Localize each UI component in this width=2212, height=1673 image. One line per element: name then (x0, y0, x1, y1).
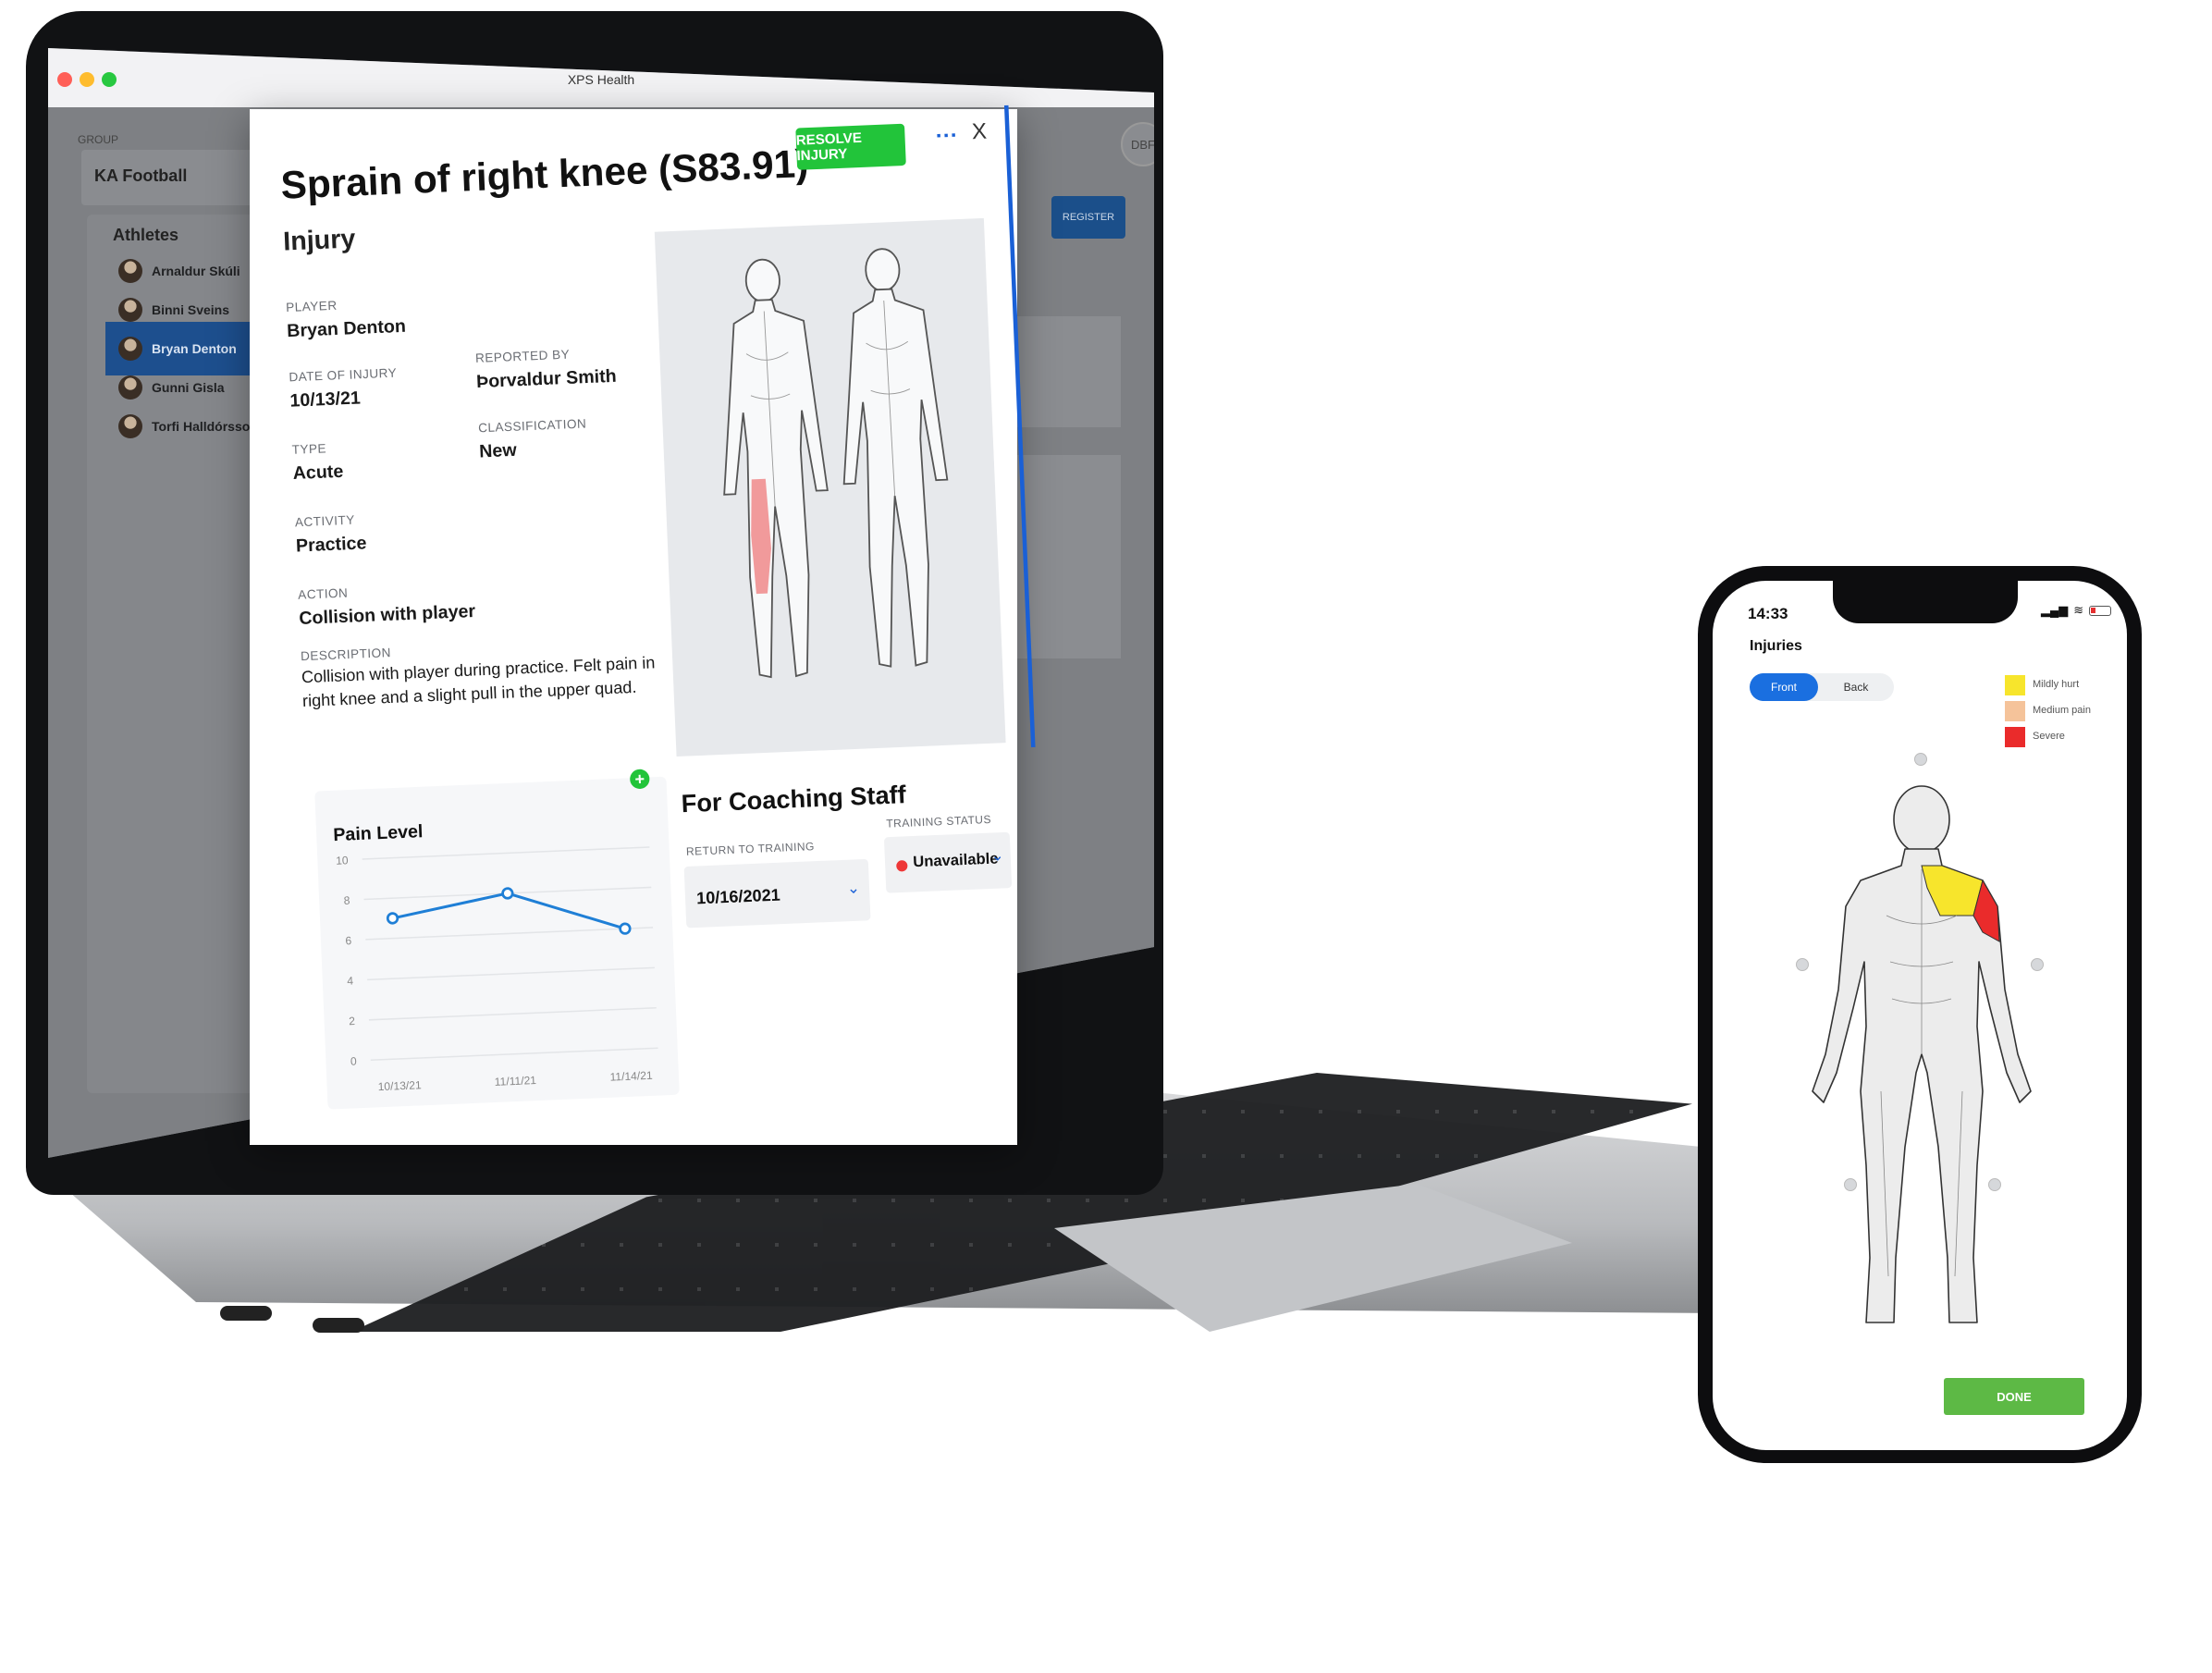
athlete-avatar (118, 298, 142, 322)
body-diagram[interactable] (654, 217, 1006, 757)
type-label: TYPE (291, 441, 327, 457)
y-tick-label: 6 (345, 934, 352, 947)
player-label: PLAYER (285, 298, 338, 315)
maximize-window-button[interactable] (102, 72, 117, 87)
grid-line (368, 1007, 657, 1021)
athlete-name: Binni Sveins (152, 302, 230, 317)
injury-modal: Sprain of right knee (S83.91) Injury RES… (250, 105, 1036, 1145)
data-point (619, 922, 632, 935)
y-tick-label: 0 (350, 1054, 358, 1067)
data-point (386, 912, 399, 925)
athlete-name: Torfi Halldórsson (152, 419, 258, 434)
phone-status-bar: ▂▄▆ ≋ (2041, 603, 2112, 618)
y-tick-label: 4 (347, 975, 354, 988)
x-tick-label: 10/13/21 (377, 1078, 422, 1093)
chevron-down-icon: ⌄ (990, 847, 1004, 866)
body-outline-icon (723, 248, 949, 679)
grid-line (370, 1047, 658, 1062)
description-label: DESCRIPTION (300, 646, 392, 664)
close-modal-icon[interactable]: X (971, 120, 987, 146)
injury-title: Sprain of right knee (S83.91) (279, 141, 810, 207)
athlete-avatar (118, 259, 142, 283)
action-value: Collision with player (298, 599, 476, 629)
injury-subtitle: Injury (282, 225, 356, 258)
legend-label-medium: Medium pain (2033, 705, 2091, 716)
athlete-name: Bryan Denton (152, 341, 237, 356)
y-tick-label: 8 (343, 894, 350, 907)
athlete-name: Arnaldur Skúli (152, 264, 240, 278)
legend-swatch-medium (2005, 701, 2025, 721)
signal-icon: ▂▄▆ (2041, 603, 2069, 617)
grid-line (362, 846, 650, 860)
training-status-select[interactable]: Unavailable ⌄ (883, 831, 1013, 893)
more-options-icon[interactable]: ··· (935, 124, 958, 150)
date-of-injury-label: DATE OF INJURY (289, 365, 398, 385)
x-tick-label: 11/11/21 (494, 1074, 536, 1089)
battery-icon (2089, 605, 2112, 616)
player-value: Bryan Denton (286, 314, 407, 341)
modal-scrollbar[interactable] (1003, 105, 1036, 748)
pain-level-chart: 0 2 4 6 8 10 10/13/21 11/11/21 11/14/21 (336, 846, 658, 1093)
athlete-avatar (118, 414, 142, 438)
reported-by-label: REPORTED BY (474, 347, 571, 365)
status-dot-icon (896, 860, 908, 872)
pain-level-title: Pain Level (332, 819, 424, 845)
coaching-staff-title: For Coaching Staff (681, 780, 907, 818)
athletes-title: Athletes (113, 226, 179, 244)
injuries-title: Injuries (1750, 638, 1802, 654)
classification-label: CLASSIFICATION (477, 416, 587, 436)
x-tick-label: 11/14/21 (609, 1069, 653, 1084)
athlete-avatar (118, 337, 142, 361)
athlete-name: Gunni Gisla (152, 380, 225, 395)
legend-label-mild: Mildly hurt (2033, 679, 2080, 690)
y-tick-label: 10 (336, 854, 349, 867)
phone-body-diagram[interactable] (1801, 777, 2042, 1341)
classification-value: New (478, 438, 518, 462)
body-marker-dot[interactable] (1914, 753, 1927, 766)
wifi-icon: ≋ (2073, 603, 2084, 617)
chevron-down-icon: ⌄ (846, 880, 861, 898)
data-point (501, 887, 514, 900)
athlete-avatar (118, 375, 142, 400)
y-tick-label: 2 (349, 1015, 356, 1027)
grid-line (365, 927, 654, 941)
minimize-window-button[interactable] (80, 72, 94, 87)
reported-by-value: Þorvaldur Smith (475, 364, 618, 392)
tab-front[interactable]: Front (1750, 673, 1818, 701)
date-of-injury-value: 10/13/21 (289, 387, 362, 412)
type-value: Acute (292, 460, 344, 484)
return-to-training-value: 10/16/2021 (695, 884, 781, 908)
group-label: GROUP (78, 133, 119, 146)
training-status-label: TRAINING STATUS (886, 813, 992, 830)
legend-label-severe: Severe (2033, 731, 2065, 742)
legend-swatch-mild (2005, 675, 2025, 695)
phone-notch (1833, 581, 2018, 623)
close-window-button[interactable] (57, 72, 72, 87)
return-to-training-label: RETURN TO TRAINING (685, 840, 816, 858)
legend-swatch-severe (2005, 727, 2025, 747)
training-status-value: Unavailable (912, 850, 999, 871)
phone-screen: 14:33 ▂▄▆ ≋ Injuries Front Back Mildly h… (1713, 581, 2127, 1450)
phone-clock: 14:33 (1748, 605, 1788, 622)
resolve-injury-button[interactable]: RESOLVE INJURY (795, 123, 906, 170)
tab-back[interactable]: Back (1822, 673, 1890, 701)
grid-line (367, 966, 655, 981)
return-to-training-select[interactable]: 10/16/2021 ⌄ (683, 858, 871, 929)
activity-label: ACTIVITY (294, 512, 356, 530)
action-label: ACTION (297, 585, 349, 602)
done-button[interactable]: DONE (1944, 1378, 2084, 1415)
activity-value: Practice (295, 532, 367, 557)
